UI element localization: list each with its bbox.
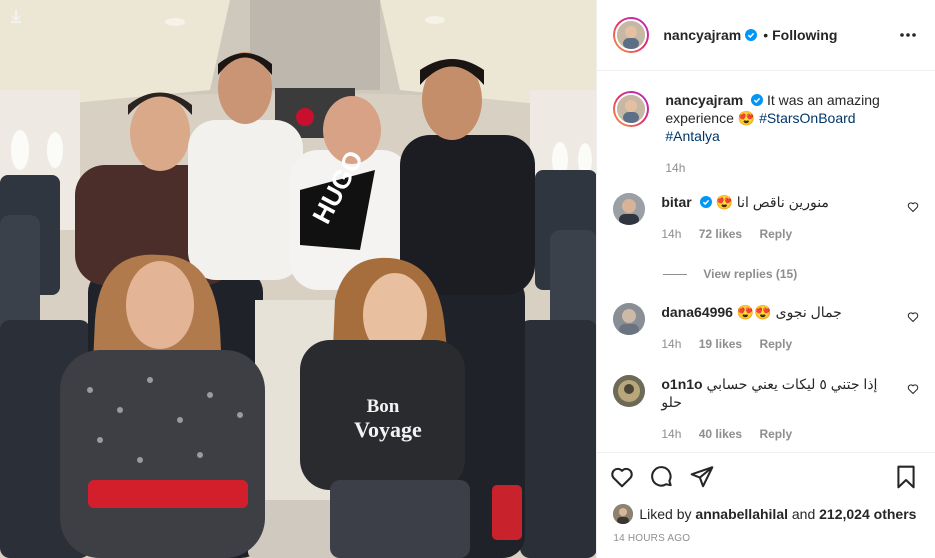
comment-item: dana64996 جمال نجوى 😍😍 14h 19 likes Repl… bbox=[613, 303, 919, 353]
comment-likes[interactable]: 40 likes bbox=[699, 427, 742, 441]
small-heart-icon[interactable] bbox=[907, 311, 919, 323]
likes-others[interactable]: 212,024 others bbox=[819, 506, 916, 522]
shirt-text-line1: Bon bbox=[367, 396, 400, 417]
small-heart-icon[interactable] bbox=[907, 201, 919, 213]
caption: nancyajram It was an amazing experience … bbox=[613, 71, 919, 177]
post-header: nancyajram • Following bbox=[597, 0, 935, 71]
share-icon[interactable] bbox=[689, 464, 715, 490]
verified-icon bbox=[745, 29, 758, 41]
commenter-username[interactable]: dana64996 bbox=[661, 304, 733, 320]
liker-avatar[interactable] bbox=[613, 504, 634, 524]
commenter-username[interactable]: bitar bbox=[661, 194, 691, 210]
reply-button[interactable]: Reply bbox=[759, 227, 792, 241]
caption-avatar[interactable] bbox=[613, 91, 650, 127]
small-heart-icon[interactable] bbox=[907, 383, 919, 395]
comment-item: o1n1o إذا جتني ٥ ليكات يعني حسابي حلو 14… bbox=[613, 375, 919, 443]
author-username[interactable]: nancyajram bbox=[663, 27, 741, 43]
commenter-avatar[interactable] bbox=[613, 303, 646, 335]
caption-username[interactable]: nancyajram bbox=[665, 92, 743, 108]
comment-text: جمال نجوى 😍😍 bbox=[736, 304, 842, 320]
liker-username[interactable]: annabellahilal bbox=[695, 506, 788, 522]
comments-list[interactable]: nancyajram It was an amazing experience … bbox=[597, 71, 935, 452]
post-timestamp[interactable]: 14 HOURS AGO bbox=[597, 528, 935, 558]
like-icon[interactable] bbox=[609, 464, 635, 490]
verified-icon bbox=[751, 94, 764, 106]
comment-text: منورين ناقص انا 😍 bbox=[715, 194, 829, 210]
reply-button[interactable]: Reply bbox=[759, 427, 792, 441]
comment-age: 14h bbox=[661, 427, 682, 441]
comment-age: 14h bbox=[661, 337, 682, 351]
caption-age: 14h bbox=[665, 161, 686, 175]
comment-item: bitar منورين ناقص انا 😍 14h 72 likes Rep… bbox=[613, 193, 919, 243]
comment-age: 14h bbox=[661, 227, 682, 241]
following-button[interactable]: Following bbox=[772, 27, 837, 43]
post-modal: HUGO Bon Voyage nancyajram • Following n… bbox=[0, 0, 935, 558]
hashtag-starsonboard[interactable]: #StarsOnBoard bbox=[759, 110, 856, 126]
reply-button[interactable]: Reply bbox=[759, 337, 792, 351]
commenter-avatar[interactable] bbox=[613, 193, 646, 225]
save-icon[interactable] bbox=[893, 464, 919, 490]
likes-conjunction: and bbox=[791, 506, 816, 522]
view-replies-button[interactable]: View replies (15) bbox=[663, 267, 919, 281]
post-sidebar: nancyajram • Following nancyajram It was… bbox=[596, 0, 935, 558]
likes-summary: Liked by annabellahilal and 212,024 othe… bbox=[597, 500, 935, 528]
likes-prefix: Liked by bbox=[639, 506, 692, 522]
verified-icon bbox=[699, 196, 712, 208]
author-avatar[interactable] bbox=[613, 17, 650, 53]
separator-dot: • bbox=[763, 27, 769, 43]
comment-likes[interactable]: 72 likes bbox=[699, 227, 742, 241]
more-options-icon[interactable] bbox=[899, 26, 917, 44]
view-replies-label: View replies (15) bbox=[703, 267, 798, 281]
commenter-username[interactable]: o1n1o bbox=[661, 376, 702, 392]
comment-icon[interactable] bbox=[649, 464, 675, 490]
action-bar bbox=[597, 452, 935, 500]
replies-divider bbox=[663, 273, 688, 275]
post-photo[interactable]: HUGO Bon Voyage bbox=[0, 0, 597, 558]
comment-likes[interactable]: 19 likes bbox=[699, 337, 742, 351]
shirt-text-line2: Voyage bbox=[354, 417, 422, 442]
cabin-photo: HUGO Bon Voyage bbox=[0, 0, 597, 558]
hashtag-antalya[interactable]: #Antalya bbox=[665, 128, 719, 144]
photo-corner-icon bbox=[11, 10, 21, 23]
commenter-avatar[interactable] bbox=[613, 375, 646, 407]
